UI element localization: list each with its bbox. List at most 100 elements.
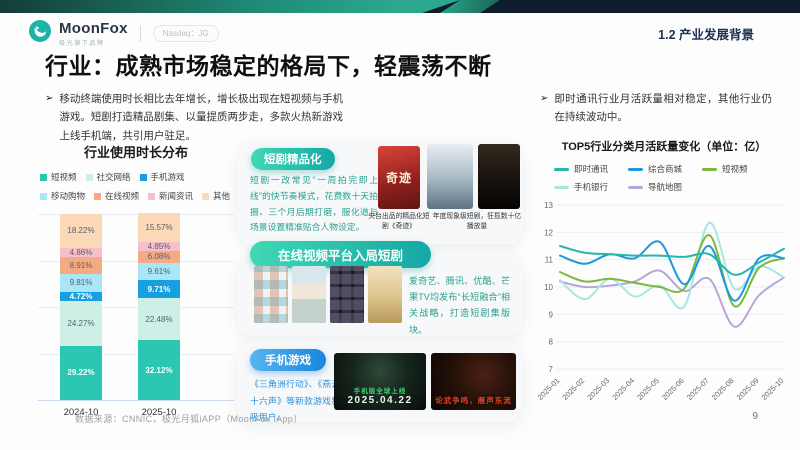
poster1-caption: 央台出品的精品化短剧《奇迹》 <box>366 212 432 231</box>
legend-item: 导航地图 <box>628 181 702 193</box>
bar-segment-手机游戏: 4.72% <box>60 292 102 301</box>
card-video-platform-short-drama: 在线视频平台入局短剧 爱奇艺、腾讯、优酷、芒果TV均发布“长短融合”相关战略，打… <box>237 252 523 336</box>
brand-logo: MoonFox 极光旗下品牌 Nasdaq：JG <box>28 19 219 48</box>
game-banner-image: 论武争鸣，雁声东流 <box>431 353 516 410</box>
x-tick-label: 2025-02 <box>560 376 586 402</box>
y-tick-label: 13 <box>544 201 553 210</box>
card1-text: 短剧一改常见“一周拍完即上线”的快节奏模式，花费数十天拍摄、三个月后期打磨，服化… <box>250 173 378 236</box>
legend-item: 新闻资讯 <box>148 190 193 202</box>
app-screenshot-thumbnails <box>254 266 402 323</box>
stacked-bar-2024-10: 18.22%4.86%8.91%9.81%4.72%24.27%29.22% <box>60 214 102 400</box>
drama-poster-image <box>478 144 520 209</box>
legend-item: 手机游戏 <box>140 171 185 183</box>
page-title: 行业：成熟市场稳定的格局下，轻震荡不断 <box>45 47 492 81</box>
y-tick-label: 11 <box>545 256 554 265</box>
legend-swatch <box>94 193 101 200</box>
legend-item: 手机银行 <box>554 181 628 193</box>
card3-badge: 手机游戏 <box>250 349 326 371</box>
line-chart-legend: 即时通讯综合商城短视频手机银行导航地图 <box>554 163 790 199</box>
y-tick-label: 12 <box>544 228 553 237</box>
app-screenshot-image <box>254 266 288 323</box>
bar-chart-plot: 18.22%4.86%8.91%9.81%4.72%24.27%29.22%20… <box>38 215 234 401</box>
game1-overlay-line1: 手机版全球上线 <box>354 385 407 395</box>
game1-overlay-line2: 2025.04.22 <box>347 395 412 406</box>
bar-segment-其他: 15.57% <box>138 213 180 242</box>
app-screenshot-image <box>368 266 402 323</box>
x-tick-label: 2025-08 <box>710 376 736 402</box>
legend-swatch <box>40 193 47 200</box>
bar-segment-在线视频: 6.08% <box>138 251 180 262</box>
legend-swatch <box>86 174 93 181</box>
y-tick-label: 10 <box>544 283 553 292</box>
bullet-right-text: 即时通讯行业月活跃量相对稳定，其他行业仍在持续波动中。 <box>554 90 772 127</box>
legend-item: 其他 <box>202 190 230 202</box>
gridline <box>38 400 234 401</box>
legend-item: 综合商城 <box>628 163 702 175</box>
legend-item: 短视频 <box>702 163 776 175</box>
game-banner-image: 手机版全球上线 2025.04.22 <box>334 353 426 410</box>
x-tick-label: 2025-06 <box>660 376 686 402</box>
x-tick-label: 2025-09 <box>735 376 761 402</box>
card2-badge: 在线视频平台入局短剧 <box>250 241 431 268</box>
card2-text: 爱奇艺、腾讯、优酷、芒果TV均发布“长短融合”相关战略，打造短剧集版块。 <box>409 273 510 338</box>
legend-item: 即时通讯 <box>554 163 628 175</box>
legend-swatch <box>202 193 209 200</box>
y-tick-label: 8 <box>549 338 554 347</box>
page-number: 9 <box>752 411 758 422</box>
brand-divider <box>140 26 141 42</box>
data-source-note: 数据来源：CNNIC，极光月狐iAPP（MoonFox iApp） <box>75 412 303 425</box>
bar-segment-社交网络: 24.27% <box>60 301 102 346</box>
legend-swatch <box>628 186 643 189</box>
drama-poster-image <box>427 144 473 209</box>
legend-swatch <box>40 174 47 181</box>
bar-segment-短视频: 29.22% <box>60 346 102 400</box>
line-chart-plot: 789101112132025-012025-022025-032025-042… <box>538 199 790 427</box>
app-screenshot-image <box>292 266 326 323</box>
bar-segment-新闻资讯: 4.86% <box>60 248 102 257</box>
x-tick-label: 2025-01 <box>538 376 561 402</box>
line-chart-title: TOP5行业分类月活跃量变化（单位：亿） <box>538 138 790 154</box>
bullet-arrow-icon: ➢ <box>45 90 53 145</box>
legend-swatch <box>554 168 569 171</box>
bullet-right: ➢ 即时通讯行业月活跃量相对稳定，其他行业仍在持续波动中。 <box>540 90 772 127</box>
section-label: 1.2 产业发展背景 <box>658 24 754 43</box>
top-band-teal-shape <box>0 0 460 13</box>
bullet-arrow-icon: ➢ <box>540 90 548 127</box>
moonfox-logo-icon <box>28 19 52 48</box>
y-tick-label: 9 <box>549 310 554 319</box>
legend-swatch <box>140 174 147 181</box>
bar-segment-社交网络: 22.48% <box>138 298 180 340</box>
brand-name: MoonFox <box>59 20 128 37</box>
bullet-left-text: 移动终端使用时长相比去年增长，增长极出现在短视频与手机游戏。短剧打造精品剧集、以… <box>59 90 343 145</box>
x-tick-label: 2025-05 <box>635 376 661 402</box>
card-short-drama-premium: 短剧精品化 短剧一改常见“一周拍完即上线”的快节奏模式，花费数十天拍摄、三个月后… <box>237 140 523 244</box>
card-mobile-games: 手机游戏 《三角洲行动》、《燕云十六声》等新款游戏狂吸用户。 手机版全球上线 2… <box>237 342 523 422</box>
drama-poster-image: 奇迹 <box>378 146 420 209</box>
legend-swatch <box>702 168 717 171</box>
y-tick-label: 7 <box>549 365 554 374</box>
bar-segment-在线视频: 8.91% <box>60 257 102 274</box>
line-series-短视频 <box>560 235 784 307</box>
nasdaq-badge: Nasdaq：JG <box>153 25 219 42</box>
legend-item: 社交网络 <box>86 171 131 183</box>
bar-chart-legend: 短视频社交网络手机游戏移动购物在线视频新闻资讯其他 <box>38 171 234 202</box>
legend-swatch <box>148 193 155 200</box>
stacked-bar-2025-10: 15.57%4.85%6.08%9.61%9.71%22.48%32.12% <box>138 213 180 400</box>
bar-segment-移动购物: 9.81% <box>60 274 102 292</box>
top5-mau-line-chart: TOP5行业分类月活跃量变化（单位：亿） 即时通讯综合商城短视频手机银行导航地图… <box>538 138 790 432</box>
bullet-left: ➢ 移动终端使用时长相比去年增长，增长极出现在短视频与手机游戏。短剧打造精品剧集… <box>45 90 343 145</box>
bar-segment-移动购物: 9.61% <box>138 263 180 281</box>
legend-swatch <box>554 186 569 189</box>
game2-overlay-line1: 论武争鸣，雁声东流 <box>435 395 512 406</box>
bar-segment-其他: 18.22% <box>60 214 102 248</box>
poster1-label: 奇迹 <box>386 169 412 186</box>
x-tick-label: 2025-10 <box>760 376 786 402</box>
legend-item: 短视频 <box>40 171 77 183</box>
legend-item: 移动购物 <box>40 190 85 202</box>
legend-swatch <box>628 168 643 171</box>
bar-chart-title: 行业使用时长分布 <box>38 142 234 161</box>
slide: MoonFox 极光旗下品牌 Nasdaq：JG 1.2 产业发展背景 行业：成… <box>0 0 800 450</box>
poster2-caption: 年度现象级短剧，狂揽数十亿播放量 <box>431 212 523 231</box>
x-tick-label: 2025-04 <box>610 376 636 402</box>
legend-item: 在线视频 <box>94 190 139 202</box>
